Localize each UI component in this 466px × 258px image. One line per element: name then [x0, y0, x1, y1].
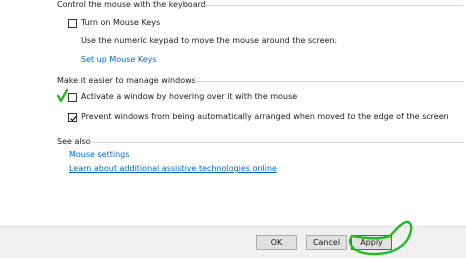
- setup-mouse-keys-link[interactable]: Set up Mouse Keys: [81, 55, 157, 64]
- mouse-settings-link[interactable]: Mouse settings: [69, 150, 129, 159]
- see-also-section-divider: [87, 142, 463, 143]
- mouse-keys-label[interactable]: Turn on Mouse Keys: [81, 18, 160, 27]
- prevent-arrange-checkbox[interactable]: [68, 113, 77, 122]
- see-also-section-title: See also: [57, 137, 91, 146]
- windows-section-divider: [191, 81, 463, 82]
- hover-activate-checkbox[interactable]: [68, 93, 77, 102]
- dialog-footer: [0, 226, 466, 258]
- assistive-technologies-link[interactable]: Learn about additional assistive technol…: [69, 164, 277, 173]
- ok-button[interactable]: OK: [256, 235, 297, 250]
- keyboard-section-title: Control the mouse with the keyboard: [57, 0, 206, 9]
- windows-section-title: Make it easier to manage windows: [57, 76, 196, 85]
- apply-button[interactable]: Apply: [351, 235, 392, 250]
- prevent-arrange-label[interactable]: Prevent windows from being automatically…: [81, 112, 449, 121]
- checkmark-icon: [70, 115, 77, 122]
- keyboard-section-divider: [203, 5, 463, 6]
- mouse-keys-checkbox[interactable]: [68, 19, 77, 28]
- mouse-keys-description: Use the numeric keypad to move the mouse…: [81, 36, 338, 45]
- hover-activate-label[interactable]: Activate a window by hovering over it wi…: [81, 92, 297, 101]
- cancel-button[interactable]: Cancel: [306, 235, 347, 250]
